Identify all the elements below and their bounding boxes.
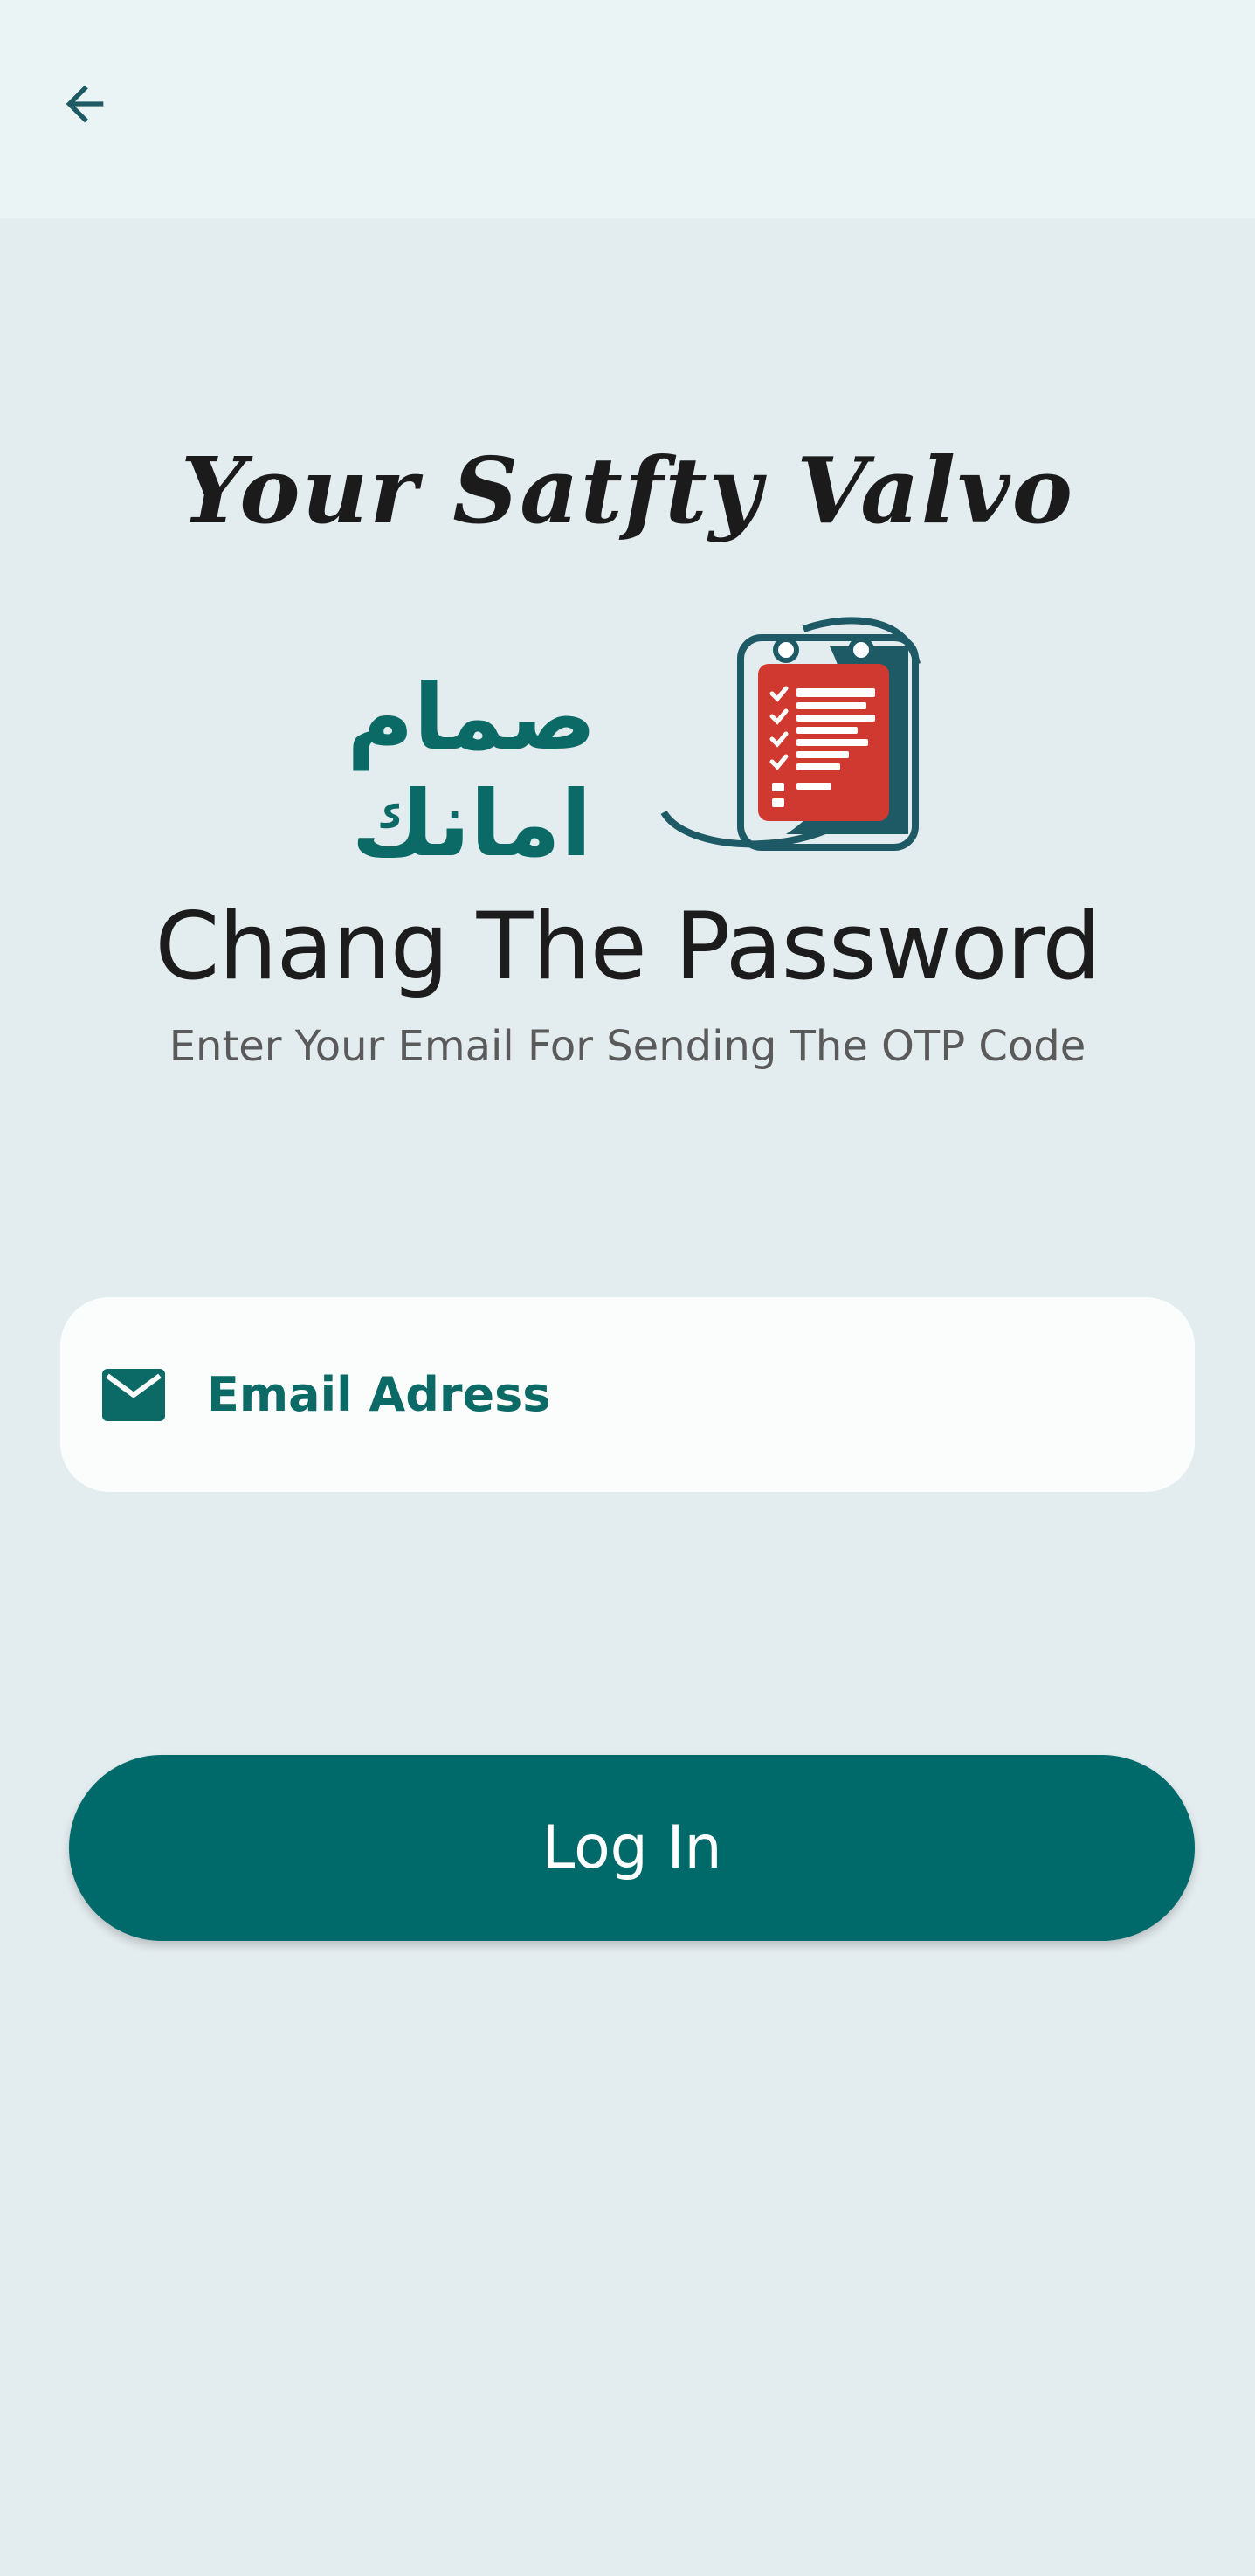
arrow-left-icon — [66, 85, 104, 123]
clipboard-checklist-icon — [660, 617, 921, 851]
brand-logo: صمام امانك — [288, 611, 934, 877]
page-subtitle: Enter Your Email For Sending The OTP Cod… — [169, 1022, 1086, 1071]
brand-tagline: Your Satfty Valvo — [181, 437, 1074, 544]
envelope-icon — [102, 1368, 165, 1421]
email-input[interactable] — [207, 1350, 1124, 1439]
app-bar — [0, 0, 1255, 218]
email-field[interactable] — [60, 1297, 1195, 1492]
brand-arabic-name: صمام امانك — [347, 664, 596, 877]
back-button[interactable] — [45, 65, 124, 143]
login-button[interactable]: Log In — [69, 1755, 1195, 1941]
page-title: Chang The Password — [155, 893, 1100, 1000]
